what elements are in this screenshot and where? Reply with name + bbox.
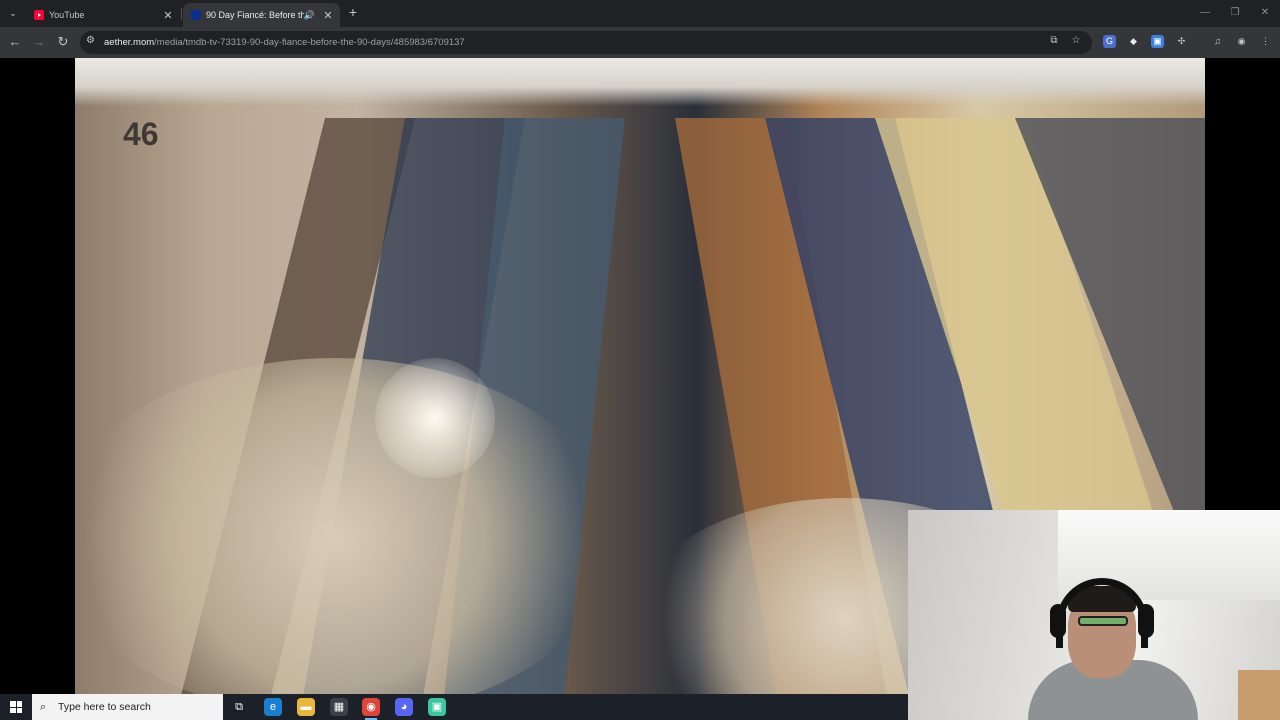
clothing-rail — [75, 58, 1205, 106]
webcam-overlay — [908, 510, 1280, 720]
minimize-button[interactable]: — — [1190, 3, 1220, 23]
store-icon[interactable]: ▦ — [330, 698, 348, 716]
search-placeholder: Type here to search — [58, 701, 151, 713]
webcam-furniture — [1238, 670, 1280, 720]
light-bokeh — [375, 358, 495, 478]
close-tab-icon[interactable]: ✕ — [321, 9, 335, 22]
app-green-icon[interactable]: ▣ — [428, 698, 446, 716]
tab-title: YouTube — [49, 10, 85, 20]
address-bar[interactable]: ⚙ aether.mom/media/tmdb-tv-73319-90-day-… — [80, 31, 1092, 54]
url-path: /media/tmdb-tv-73319-90-day-fiance-befor… — [154, 37, 465, 48]
install-icon[interactable]: ⧉ — [1046, 35, 1062, 46]
site-info-icon[interactable]: ⚙ — [86, 35, 95, 46]
diamond-extension-icon[interactable]: ◆ — [1127, 35, 1140, 48]
browser-toolbar: ← → ↻ ⚙ aether.mom/media/tmdb-tv-73319-9… — [0, 27, 1280, 58]
tab-divider — [181, 8, 182, 20]
menu-icon[interactable]: ⋮ — [1259, 35, 1272, 48]
discord-icon[interactable]: ◕ — [395, 698, 413, 716]
task-view-icon[interactable]: ⧉ — [230, 698, 248, 716]
blue-extension-icon[interactable]: ▣ — [1151, 35, 1164, 48]
edge-icon[interactable]: e — [264, 698, 282, 716]
windows-start-icon[interactable] — [10, 701, 22, 713]
media-control-icon[interactable]: ♫ — [1211, 35, 1224, 48]
bookmark-star-icon[interactable]: ☆ — [1068, 35, 1084, 46]
tab-search-chevron-icon[interactable]: ⌄ — [4, 5, 22, 22]
speaker-icon[interactable]: 🔊 — [304, 10, 315, 21]
webcam-person — [998, 570, 1198, 720]
glasses — [1078, 616, 1128, 626]
chrome-icon[interactable]: ◉ — [362, 698, 380, 720]
back-icon[interactable]: ← — [6, 33, 24, 51]
reload-icon[interactable]: ↻ — [54, 33, 72, 51]
tab-90-day-fiance[interactable]: 90 Day Fiancé: Before the 9 🔊 ✕ — [183, 3, 340, 27]
headset-ear-right — [1138, 604, 1154, 638]
new-tab-button[interactable]: + — [345, 5, 361, 21]
translate-extension-icon[interactable]: G — [1103, 35, 1116, 48]
search-icon: ⌕ — [40, 700, 47, 713]
tab-youtube[interactable]: YouTube ✕ — [26, 3, 180, 27]
browser-tab-strip: ⌄ YouTube ✕ 90 Day Fiancé: Before the 9 … — [0, 0, 1280, 27]
file-explorer-icon[interactable]: ▬ — [297, 698, 315, 716]
headset-ear-left — [1050, 604, 1066, 638]
aether-icon — [191, 10, 201, 20]
restore-button[interactable]: ❐ — [1220, 3, 1250, 23]
window-close-button[interactable]: ✕ — [1250, 3, 1280, 23]
hanger-size-label: 46 — [123, 116, 159, 152]
url-text[interactable]: aether.mom/media/tmdb-tv-73319-90-day-fi… — [104, 37, 465, 48]
windows-taskbar: ⌕ Type here to search ⧉ e ▬ ▦ ◉ ◕ ▣ — [0, 694, 908, 720]
tab-title: 90 Day Fiancé: Before the 9 — [206, 10, 304, 20]
close-tab-icon[interactable]: ✕ — [161, 9, 175, 22]
profile-icon[interactable]: ◉ — [1235, 35, 1248, 48]
url-host: aether.mom — [104, 37, 155, 48]
headset-icon — [1056, 578, 1148, 648]
taskbar-search-input[interactable]: ⌕ Type here to search — [32, 694, 223, 720]
forward-icon[interactable]: → — [30, 33, 48, 51]
youtube-icon — [34, 10, 44, 20]
puzzle-extensions-icon[interactable]: ✣ — [1175, 35, 1188, 48]
